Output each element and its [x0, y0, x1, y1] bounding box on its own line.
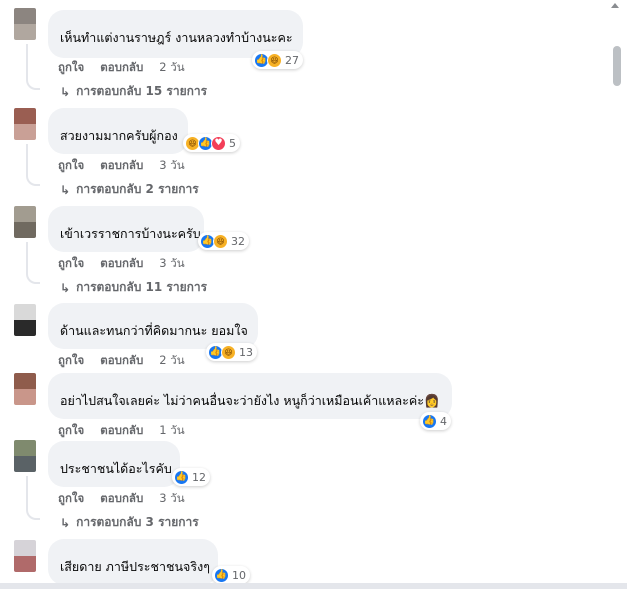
comment-text: อย่าไปสนใจเลยค่ะ ไม่ว่าคนอื่นจะว่ายังไง …: [60, 393, 440, 408]
like-icon: 👍: [422, 413, 437, 429]
comment-time[interactable]: 3 วัน: [159, 255, 184, 273]
commenter-name[interactable]: [60, 114, 176, 127]
like-button[interactable]: ถูกใจ: [58, 59, 84, 77]
comment-text: สวยงามมากครับผู้กอง: [60, 128, 178, 143]
avatar[interactable]: [14, 108, 36, 140]
like-button[interactable]: ถูกใจ: [58, 157, 84, 175]
comment-bubble: เสียดาย ภาษีประชาชนจริงๆ: [48, 539, 218, 585]
scroll-up-arrow-icon[interactable]: [611, 3, 619, 8]
replies-count-label: การตอบกลับ 2 รายการ: [76, 182, 199, 196]
commenter-name[interactable]: [60, 545, 206, 558]
comment-actions: ถูกใจ ตอบกลับ 3 วัน: [58, 490, 201, 508]
comment-actions: ถูกใจ ตอบกลับ 2 วัน: [58, 59, 201, 77]
like-button[interactable]: ถูกใจ: [58, 352, 84, 370]
comment-list: เห็นทำแต่งานราษฎร์ งานหลวงทำบ้างนะคะ 👍 😆…: [0, 0, 627, 589]
reply-button[interactable]: ตอบกลับ: [100, 59, 143, 77]
commenter-name[interactable]: [60, 379, 440, 392]
reply-arrow-icon: ↳: [60, 280, 71, 295]
avatar[interactable]: [14, 540, 36, 572]
reaction-count: 32: [231, 234, 245, 248]
comment-text: เสียดาย ภาษีประชาชนจริงๆ: [60, 559, 210, 574]
scrollbar[interactable]: [611, 0, 625, 589]
view-replies-link[interactable]: ↳ การตอบกลับ 15 รายการ: [60, 82, 207, 101]
reaction-summary[interactable]: 👍 😆 13: [206, 343, 257, 361]
reaction-summary[interactable]: 👍 😆 32: [198, 232, 249, 250]
reaction-count: 4: [440, 414, 447, 428]
replies-count-label: การตอบกลับ 3 รายการ: [76, 515, 199, 529]
scrollbar-thumb[interactable]: [613, 46, 621, 86]
comment-actions: ถูกใจ ตอบกลับ 1 วัน: [58, 422, 201, 440]
replies-count-label: การตอบกลับ 15 รายการ: [76, 84, 208, 98]
like-icon: 👍: [174, 469, 189, 485]
view-replies-link[interactable]: ↳ การตอบกลับ 2 รายการ: [60, 180, 199, 199]
thread-line: [26, 44, 40, 90]
comment-time[interactable]: 1 วัน: [159, 422, 184, 440]
comment-bubble: เข้าเวรราชการบ้างนะครับ: [48, 206, 204, 252]
avatar[interactable]: [14, 304, 36, 336]
bottom-divider: [0, 583, 627, 589]
view-replies-link[interactable]: ↳ การตอบกลับ 3 รายการ: [60, 513, 199, 532]
comment-time[interactable]: 3 วัน: [159, 157, 184, 175]
comment-bubble: สวยงามมากครับผู้กอง: [48, 108, 188, 154]
reply-button[interactable]: ตอบกลับ: [100, 352, 143, 370]
comment-actions: ถูกใจ ตอบกลับ 3 วัน: [58, 157, 201, 175]
reply-button[interactable]: ตอบกลับ: [100, 490, 143, 508]
thread-line: [26, 144, 40, 186]
reaction-summary[interactable]: 👍 😆 27: [252, 51, 303, 69]
comment-actions: ถูกใจ ตอบกลับ 3 วัน: [58, 255, 201, 273]
love-icon: ♥: [211, 135, 226, 151]
reply-arrow-icon: ↳: [60, 182, 71, 197]
commenter-name[interactable]: [60, 212, 192, 225]
haha-icon: 😆: [267, 52, 282, 68]
reaction-summary[interactable]: 😆 👍 ♥ 5: [183, 134, 240, 152]
comment-text: ประชาชนได้อะไรคับ: [60, 461, 172, 476]
comment-time[interactable]: 2 วัน: [159, 59, 184, 77]
comment-text: ด้านและทนกว่าที่คิดมากนะ ยอมใจ: [60, 323, 248, 338]
haha-icon: 😆: [221, 344, 236, 360]
thread-line: [26, 476, 40, 520]
reaction-count: 12: [192, 470, 206, 484]
reaction-summary[interactable]: 👍 10: [212, 566, 250, 584]
reaction-count: 5: [229, 136, 236, 150]
reaction-summary[interactable]: 👍 12: [172, 468, 210, 486]
replies-count-label: การตอบกลับ 11 รายการ: [76, 280, 208, 294]
comment-bubble: ประชาชนได้อะไรคับ: [48, 441, 180, 487]
reply-button[interactable]: ตอบกลับ: [100, 255, 143, 273]
reply-arrow-icon: ↳: [60, 515, 71, 530]
avatar[interactable]: [14, 440, 36, 472]
reaction-summary[interactable]: 👍 4: [420, 412, 451, 430]
like-icon: 👍: [214, 567, 229, 583]
reply-arrow-icon: ↳: [60, 84, 71, 99]
comment-bubble: อย่าไปสนใจเลยค่ะ ไม่ว่าคนอื่นจะว่ายังไง …: [48, 373, 452, 419]
avatar[interactable]: [14, 206, 36, 238]
comment-actions: ถูกใจ ตอบกลับ 2 วัน: [58, 352, 201, 370]
reply-button[interactable]: ตอบกลับ: [100, 422, 143, 440]
haha-icon: 😆: [213, 233, 228, 249]
reaction-count: 13: [239, 345, 253, 359]
commenter-name[interactable]: [60, 309, 246, 322]
commenter-name[interactable]: [60, 16, 291, 29]
reaction-count: 27: [285, 53, 299, 67]
comment-time[interactable]: 3 วัน: [159, 490, 184, 508]
reaction-count: 10: [232, 568, 246, 582]
avatar[interactable]: [14, 373, 36, 405]
comment-text: เห็นทำแต่งานราษฎร์ งานหลวงทำบ้างนะคะ: [60, 30, 293, 45]
view-replies-link[interactable]: ↳ การตอบกลับ 11 รายการ: [60, 278, 207, 297]
reply-button[interactable]: ตอบกลับ: [100, 157, 143, 175]
avatar[interactable]: [14, 8, 36, 40]
like-button[interactable]: ถูกใจ: [58, 490, 84, 508]
commenter-name[interactable]: [60, 447, 168, 460]
comment-time[interactable]: 2 วัน: [159, 352, 184, 370]
comment-text: เข้าเวรราชการบ้างนะครับ: [60, 226, 201, 241]
thread-line: [26, 242, 40, 284]
like-button[interactable]: ถูกใจ: [58, 255, 84, 273]
like-button[interactable]: ถูกใจ: [58, 422, 84, 440]
